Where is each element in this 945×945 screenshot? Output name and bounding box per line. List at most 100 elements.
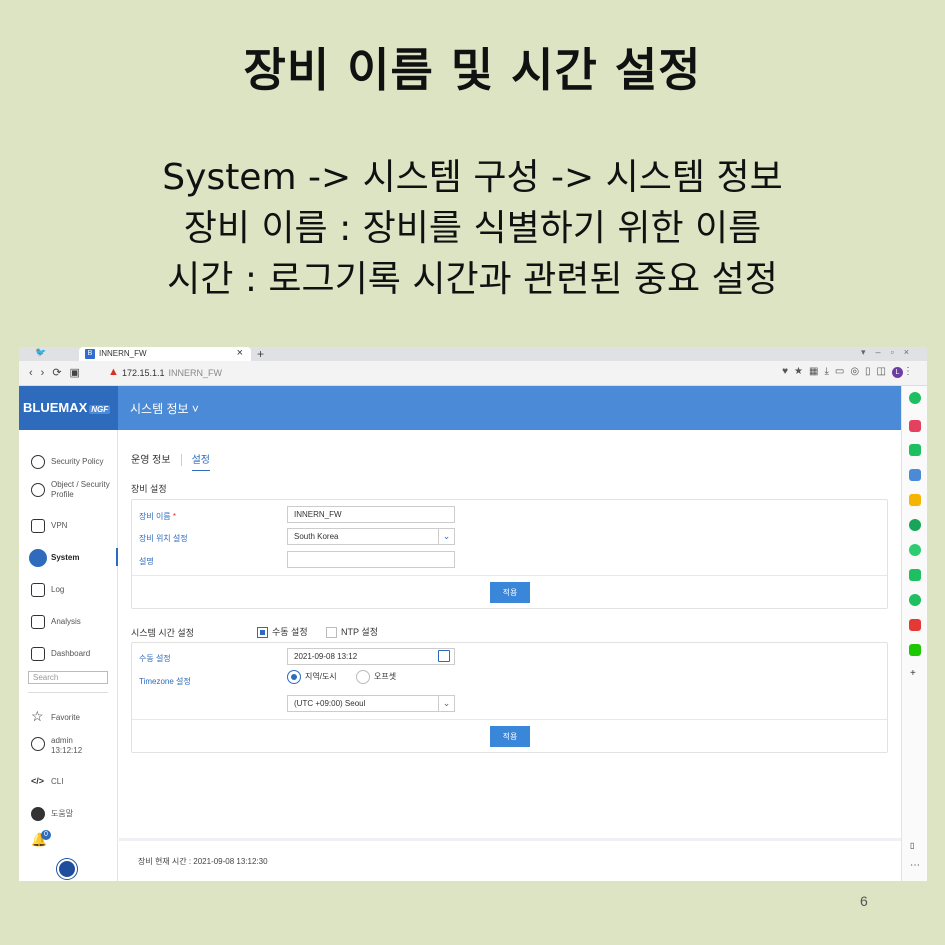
browser-side-panel: + ▯ ⋯: [901, 386, 927, 881]
device-location-label: 장비 위치 설정: [139, 534, 188, 543]
sidebar-item-vpn[interactable]: VPN: [31, 516, 117, 540]
slide-line-3: 시간 : 로그기록 시간과 관련된 중요 설정: [167, 259, 778, 300]
not-secure-icon[interactable]: ▲: [108, 366, 119, 378]
extension-icon-1[interactable]: [909, 392, 921, 404]
sidebar-item-system[interactable]: System: [29, 548, 118, 572]
active-indicator: [116, 548, 118, 566]
add-icon[interactable]: +: [910, 668, 916, 679]
shield-icon: [31, 455, 45, 469]
panel-divider: [132, 575, 887, 576]
url-field[interactable]: 172.15.1.1 INNERN_FW: [122, 368, 222, 378]
device-name-input[interactable]: INNERN_FW: [287, 506, 455, 523]
lock-icon: [31, 519, 45, 533]
sidebar-item-analysis[interactable]: Analysis: [31, 612, 117, 636]
screenshot-window: 🐦 B INNERN_FW × + ▾–▫× ‹›⟳▣ ▲ 172.15.1.1…: [19, 347, 927, 881]
twitter-icon[interactable]: 🐦: [35, 347, 46, 358]
play-icon[interactable]: [909, 544, 921, 556]
time-settings-panel: 수동 설정 2021-09-08 13:12 Timezone 설정 지역/도시…: [131, 642, 888, 753]
new-tab-button[interactable]: +: [257, 347, 264, 361]
edge-icon[interactable]: [909, 519, 921, 531]
ntp-setting-checkbox[interactable]: NTP 설정: [326, 625, 378, 639]
sidebar-item-label: Object / Security Profile: [51, 480, 110, 499]
status-footer: 장비 현재 시간 : 2021-09-08 13:12:30: [119, 838, 901, 881]
slide-line-2: 장비 이름 : 장비를 식별하기 위한 이름: [183, 208, 762, 249]
sidebar-search-input[interactable]: Search: [28, 671, 108, 684]
sidebar-item-dashboard[interactable]: Dashboard: [31, 644, 117, 668]
radio-offset[interactable]: 오프셋: [356, 670, 396, 684]
radio-region-label: 지역/도시: [305, 672, 337, 682]
tab-close-icon[interactable]: ×: [237, 347, 243, 359]
sidebar-item-label: VPN: [51, 521, 68, 530]
sidebar-item-favorite[interactable]: ☆ Favorite: [31, 708, 117, 732]
dashboard-icon: [31, 647, 45, 661]
radio-region-city[interactable]: 지역/도시: [287, 670, 337, 684]
nav-buttons[interactable]: ‹›⟳▣: [29, 366, 88, 379]
slide-description: System -> 시스템 구성 -> 시스템 정보 장비 이름 : 장비를 식…: [0, 152, 945, 305]
sidebar-item-help[interactable]: 도움말: [31, 804, 117, 828]
sub-tabs: 운영 정보 설정: [131, 451, 210, 471]
sidebar-item-label: Security Policy: [51, 457, 104, 466]
panel-toggle-icon[interactable]: ▯: [910, 841, 914, 850]
star-icon: ☆: [31, 708, 44, 724]
device-name-label: 장비 이름 *: [139, 511, 176, 522]
clock-icon[interactable]: [57, 859, 77, 879]
tab-settings[interactable]: 설정: [191, 455, 210, 471]
sidebar-item-object[interactable]: Object / Security Profile: [31, 480, 117, 510]
sidebar-item-label: 도움말: [51, 809, 74, 818]
sidebar-item-cli[interactable]: </> CLI: [31, 772, 117, 796]
datetime-input[interactable]: 2021-09-08 13:12: [287, 648, 455, 665]
sidebar-item-admin[interactable]: admin 13:12:12: [31, 734, 117, 764]
chevron-down-icon: ⌄: [438, 529, 454, 544]
sidebar-item-label: Analysis: [51, 617, 81, 626]
description-input[interactable]: [287, 551, 455, 568]
sidebar-item-label: Dashboard: [51, 649, 91, 658]
tab-operation-info[interactable]: 운영 정보: [131, 455, 171, 466]
sidebar-divider: [28, 692, 108, 693]
power-icon: [31, 737, 45, 751]
message-icon[interactable]: [909, 569, 921, 581]
chevron-down-icon: ⌄: [438, 696, 454, 711]
device-settings-heading: 장비 설정: [131, 484, 167, 494]
slide-line-1: System -> 시스템 구성 -> 시스템 정보: [162, 157, 783, 198]
app-logo[interactable]: BLUEMAX NGF: [19, 386, 118, 430]
time-apply-button[interactable]: 적용: [490, 726, 530, 747]
radio-unselected-icon: [356, 670, 370, 684]
timezone-value: (UTC +09:00) Seoul: [294, 699, 366, 708]
device-location-select[interactable]: South Korea ⌄: [287, 528, 455, 545]
red-app-icon[interactable]: [909, 619, 921, 631]
profile-avatar[interactable]: L: [892, 367, 903, 378]
browser-tab-bar: 🐦 B INNERN_FW × + ▾–▫×: [19, 347, 927, 361]
notification-bell[interactable]: 🔔 0: [31, 830, 117, 854]
help-icon: [31, 807, 45, 821]
url-host: 172.15.1.1: [122, 368, 165, 378]
timezone-select[interactable]: (UTC +09:00) Seoul ⌄: [287, 695, 455, 712]
wallet-icon[interactable]: [909, 469, 921, 481]
datetime-value: 2021-09-08 13:12: [294, 652, 358, 661]
sidebar-item-label: CLI: [51, 777, 64, 786]
logo-badge: NGF: [89, 405, 111, 414]
tab-separator: [180, 454, 182, 467]
star-badge-icon[interactable]: [909, 494, 921, 506]
menu-title-dropdown[interactable]: 시스템 정보 ˅: [130, 400, 199, 417]
browser-toolbar[interactable]: ♥★▦⤓▭◎▯◫ L ⋮: [782, 366, 919, 378]
manual-setting-checkbox[interactable]: 수동 설정: [257, 625, 308, 639]
logo-text: BLUEMAX: [23, 400, 88, 415]
naver-icon[interactable]: [909, 644, 921, 656]
required-mark: *: [172, 512, 177, 521]
more-icon[interactable]: ⋯: [910, 860, 920, 871]
site-favicon-icon: B: [85, 349, 95, 359]
sidebar-item-security-policy[interactable]: Security Policy: [31, 452, 117, 476]
address-bar: ‹›⟳▣ ▲ 172.15.1.1 INNERN_FW ♥★▦⤓▭◎▯◫ L ⋮: [19, 361, 927, 386]
window-controls[interactable]: ▾–▫×: [861, 347, 919, 358]
sidebar-item-log[interactable]: Log: [31, 580, 117, 604]
circle-app-icon[interactable]: [909, 594, 921, 606]
device-location-value: South Korea: [294, 532, 339, 541]
calendar-icon[interactable]: [438, 650, 450, 662]
browser-tab[interactable]: B INNERN_FW ×: [79, 347, 251, 361]
chat-icon[interactable]: [909, 444, 921, 456]
pocket-icon[interactable]: [909, 420, 921, 432]
sidebar-item-label: System: [51, 553, 80, 562]
device-apply-button[interactable]: 적용: [490, 582, 530, 603]
sidebar-item-label: Favorite: [51, 713, 80, 722]
manual-option-label: 수동 설정: [272, 627, 308, 637]
